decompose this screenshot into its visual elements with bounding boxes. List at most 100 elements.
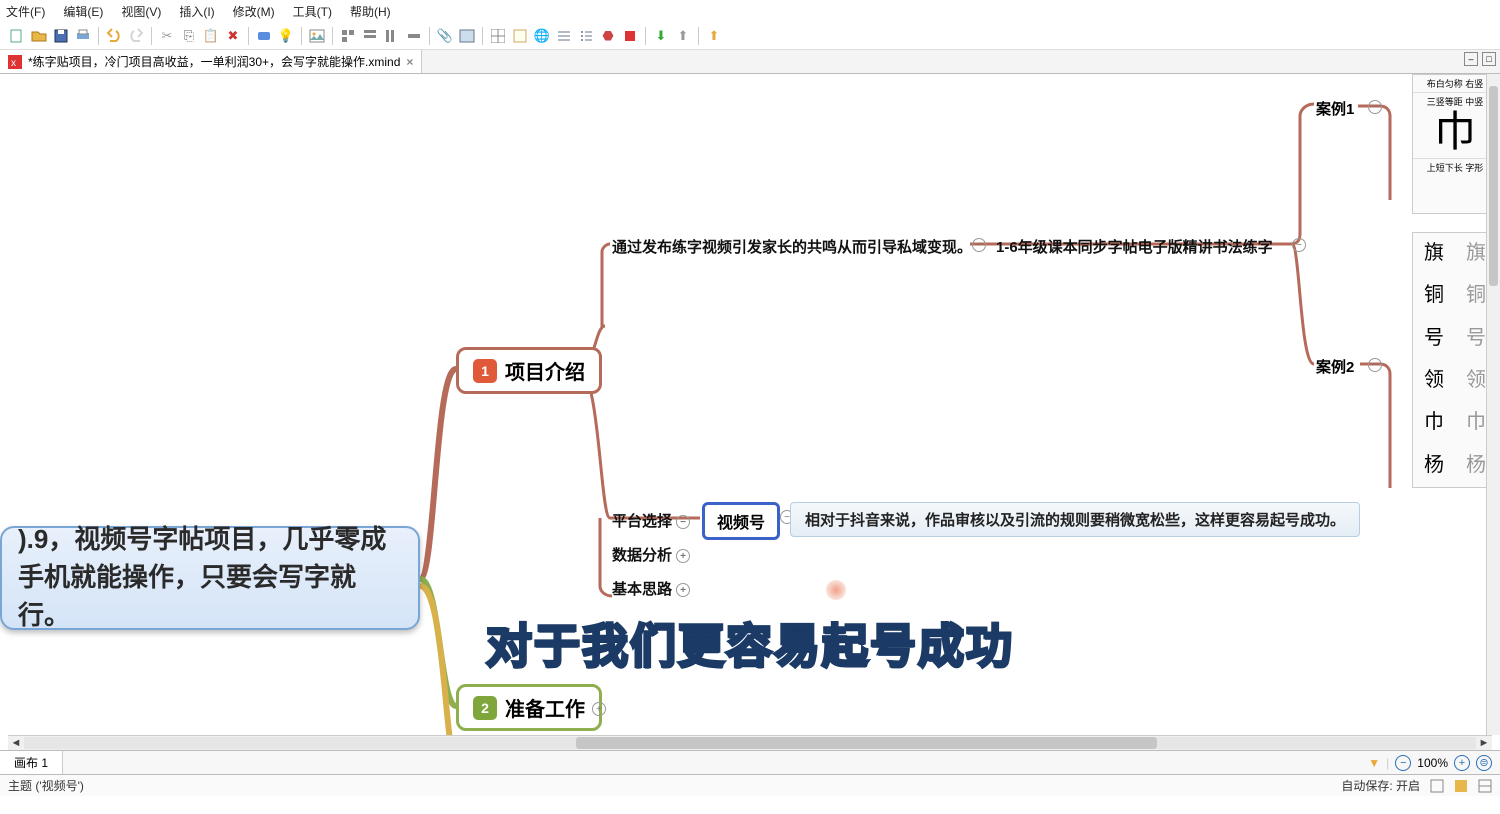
thumb-text: 布白匀称 右竖: [1413, 75, 1497, 90]
example2-label[interactable]: 案例2: [1316, 356, 1354, 377]
menu-modify[interactable]: 修改(M): [233, 3, 275, 20]
new-icon[interactable]: [8, 27, 26, 45]
maximize-icon[interactable]: □: [1482, 52, 1496, 66]
menu-file[interactable]: 文件(F): [6, 3, 45, 20]
subnode-grade[interactable]: 1-6年级课本同步字帖电子版精讲书法练字: [996, 236, 1273, 257]
root-topic[interactable]: ).9，视频号字帖项目，几乎零成 手机就能操作，只要会写字就行。: [0, 526, 420, 630]
topic-icon[interactable]: [255, 27, 273, 45]
status-icon[interactable]: [1478, 779, 1492, 793]
image-icon[interactable]: [308, 27, 326, 45]
copy-icon[interactable]: ⎘: [180, 27, 198, 45]
menu-edit[interactable]: 编辑(E): [63, 3, 103, 20]
collapse-toggle-icon[interactable]: −: [1368, 100, 1382, 114]
home-icon[interactable]: ⬆: [705, 27, 723, 45]
tabbar: x *练字贴项目，冷门项目高收益，一单利润30+，会写字就能操作.xmind ×…: [0, 50, 1500, 74]
status-bar: 主题 ('视频号') 自动保存: 开启: [0, 774, 1500, 796]
status-icon[interactable]: [1454, 779, 1468, 793]
menu-tools[interactable]: 工具(T): [293, 3, 332, 20]
subnode-platform[interactable]: 平台选择−: [612, 510, 690, 531]
thumb-text: 三竖等距 中竖: [1413, 92, 1497, 108]
toolbar-separator: [429, 27, 430, 45]
node-project-intro[interactable]: 1 项目介绍: [456, 347, 602, 394]
zoom-fit-icon[interactable]: ⊜: [1476, 755, 1492, 771]
node-preparation[interactable]: 2 准备工作: [456, 684, 602, 731]
open-icon[interactable]: [30, 27, 48, 45]
vertical-scrollbar[interactable]: [1486, 74, 1500, 735]
paste-icon[interactable]: 📋: [202, 27, 220, 45]
down-arrow-icon[interactable]: ⬇: [652, 27, 670, 45]
bulb-icon[interactable]: 💡: [277, 27, 295, 45]
align2-icon[interactable]: [361, 27, 379, 45]
toolbar-separator: [482, 27, 483, 45]
collapse-toggle-icon[interactable]: −: [1368, 358, 1382, 372]
up-arrow-icon[interactable]: ⬆: [674, 27, 692, 45]
document-tab[interactable]: x *练字贴项目，冷门项目高收益，一单利润30+，会写字就能操作.xmind ×: [0, 50, 422, 73]
xmind-icon: x: [8, 55, 22, 69]
menu-insert[interactable]: 插入(I): [179, 3, 214, 20]
align-icon[interactable]: [339, 27, 357, 45]
root-line1: ).9，视频号字帖项目，几乎零成: [18, 521, 402, 559]
subnode-desc[interactable]: 通过发布练字视频引发家长的共鸣从而引导私域变现。: [612, 236, 972, 257]
pic-icon[interactable]: [458, 27, 476, 45]
svg-text:x: x: [11, 58, 16, 69]
list-icon[interactable]: [555, 27, 573, 45]
sheet-tab[interactable]: 画布 1: [0, 751, 63, 774]
badge-1-icon: 1: [473, 359, 497, 383]
attach-icon[interactable]: 📎: [436, 27, 454, 45]
undo-icon[interactable]: [105, 27, 123, 45]
collapse-toggle-icon[interactable]: −: [972, 238, 986, 252]
marker-icon[interactable]: ⬣: [599, 27, 617, 45]
align3-icon[interactable]: [383, 27, 401, 45]
align4-icon[interactable]: [405, 27, 423, 45]
stop-icon[interactable]: [621, 27, 639, 45]
thumb-text: 上短下长 字形: [1413, 158, 1497, 174]
status-selection: 主题 ('视频号'): [8, 777, 84, 794]
delete-icon[interactable]: ✖: [224, 27, 242, 45]
horizontal-scrollbar[interactable]: ◄ ►: [8, 735, 1492, 750]
zoom-controls: ▼ | − 100% + ⊜: [1368, 755, 1492, 771]
list2-icon[interactable]: [577, 27, 595, 45]
toolbar-separator: [248, 27, 249, 45]
scroll-right-icon[interactable]: ►: [1476, 737, 1492, 749]
subnode-data-analysis[interactable]: 数据分析+: [612, 544, 690, 565]
cut-icon[interactable]: ✂: [158, 27, 176, 45]
globe-icon[interactable]: 🌐: [533, 27, 551, 45]
grid-icon[interactable]: [489, 27, 507, 45]
collapse-toggle-icon[interactable]: −: [676, 515, 690, 529]
zoom-in-icon[interactable]: +: [1454, 755, 1470, 771]
zoom-level: 100%: [1417, 756, 1448, 770]
expand-toggle-icon[interactable]: +: [676, 583, 690, 597]
note-icon[interactable]: [511, 27, 529, 45]
node-label: 准备工作: [505, 693, 585, 722]
menubar: 文件(F) 编辑(E) 视图(V) 插入(I) 修改(M) 工具(T) 帮助(H…: [0, 0, 1500, 22]
redo-icon[interactable]: [127, 27, 145, 45]
expand-toggle-icon[interactable]: +: [676, 549, 690, 563]
menu-help[interactable]: 帮助(H): [350, 3, 391, 20]
print-icon[interactable]: [74, 27, 92, 45]
toolbar-separator: [698, 27, 699, 45]
video-caption-overlay: 对于我们更容易起号成功: [486, 610, 1014, 676]
mindmap-canvas[interactable]: ).9，视频号字帖项目，几乎零成 手机就能操作，只要会写字就行。 1 项目介绍 …: [0, 74, 1500, 750]
collapse-toggle-icon[interactable]: −: [1292, 238, 1306, 252]
root-line2: 手机就能操作，只要会写字就行。: [18, 559, 402, 634]
scroll-left-icon[interactable]: ◄: [8, 737, 24, 749]
note-panel[interactable]: 相对于抖音来说，作品审核以及引流的规则要稍微宽松些，这样更容易起号成功。: [790, 502, 1360, 537]
toolbar-separator: [151, 27, 152, 45]
save-icon[interactable]: [52, 27, 70, 45]
scroll-thumb[interactable]: [576, 737, 1157, 749]
thumb-char: 巾: [1413, 108, 1497, 158]
status-icon[interactable]: [1430, 779, 1444, 793]
filter-icon[interactable]: ▼: [1368, 756, 1380, 770]
tab-close-icon[interactable]: ×: [406, 55, 413, 69]
minimize-icon[interactable]: –: [1464, 52, 1478, 66]
example1-label[interactable]: 案例1: [1316, 98, 1354, 119]
zoom-out-icon[interactable]: −: [1395, 755, 1411, 771]
selected-node-video[interactable]: 视频号: [702, 502, 780, 540]
window-controls: – □: [1464, 52, 1496, 66]
subnode-basic-idea[interactable]: 基本思路+: [612, 578, 690, 599]
expand-toggle-icon[interactable]: +: [592, 702, 606, 716]
cursor-highlight-icon: [826, 580, 846, 600]
menu-view[interactable]: 视图(V): [121, 3, 161, 20]
toolbar-separator: [645, 27, 646, 45]
scroll-track[interactable]: [24, 737, 1476, 749]
